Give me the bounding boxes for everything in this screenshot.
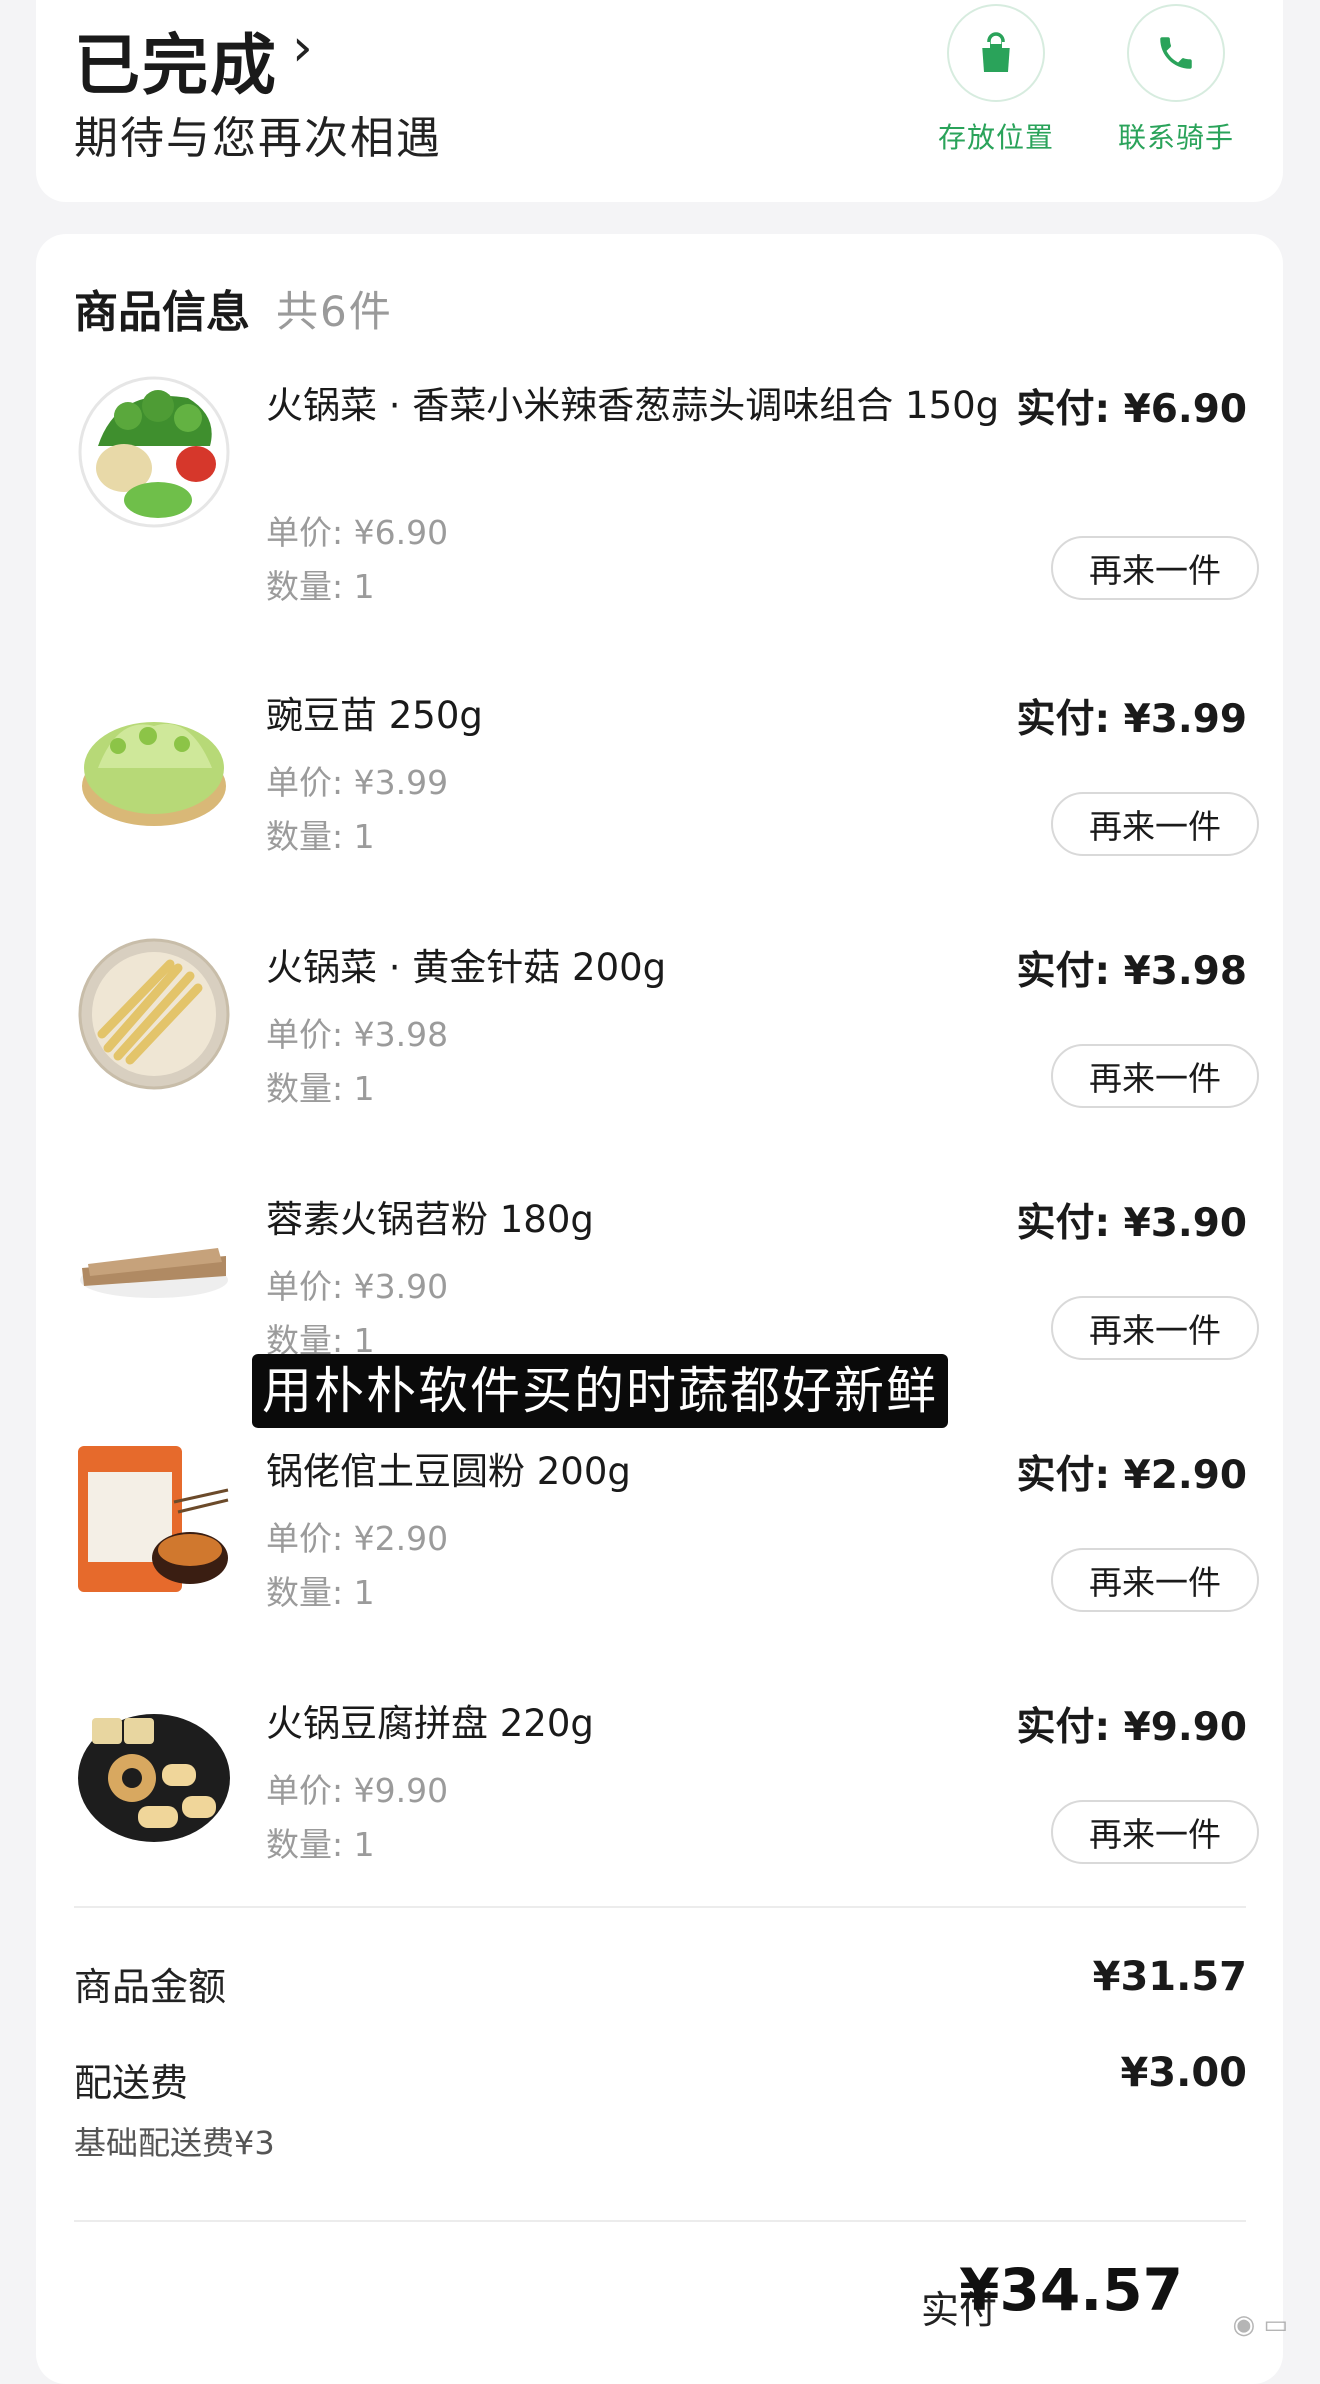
order-status-card: 已完成 › 期待与您再次相遇 存放位置 联系骑手 [36, 0, 1283, 202]
goods-amount-label: 商品金额 [74, 1965, 227, 2009]
product-name[interactable]: 火锅菜 · 黄金针菇 200g [266, 938, 1006, 998]
product-paid-price: 实付: ¥6.90 [1016, 387, 1247, 432]
goods-amount-value: ¥31.57 [1092, 1954, 1247, 2000]
product-image-pea-shoots[interactable] [78, 686, 230, 838]
shopping-bag-icon [947, 4, 1045, 102]
phone-icon [1127, 4, 1225, 102]
product-quantity: 数量: 1 [266, 567, 375, 606]
product-image-potato-noodles[interactable] [78, 1442, 230, 1594]
list-item[interactable]: 火锅豆腐拼盘 220g 实付: ¥9.90 单价: ¥9.90 数量: 1 再来… [36, 1694, 1283, 1946]
product-image-sweet-potato-noodles[interactable] [78, 1190, 230, 1342]
product-quantity: 数量: 1 [266, 1069, 375, 1108]
goods-info-card: 商品信息 共6件 火锅菜 · 香菜小米辣香葱蒜头调味组合 150g 实付: ¥6… [36, 234, 1283, 2384]
list-item[interactable]: 火锅菜 · 香菜小米辣香葱蒜头调味组合 150g 实付: ¥6.90 单价: ¥… [36, 376, 1283, 628]
buy-again-button[interactable]: 再来一件 [1051, 1296, 1259, 1360]
product-name[interactable]: 火锅豆腐拼盘 220g [266, 1694, 1006, 1754]
product-paid-price: 实付: ¥3.98 [1016, 949, 1247, 994]
product-image-tofu-platter[interactable] [78, 1694, 230, 1846]
product-unit-price: 单价: ¥3.90 [266, 1267, 449, 1306]
product-quantity: 数量: 1 [266, 1573, 375, 1612]
delivery-fee-note: 基础配送费¥3 [74, 2124, 275, 2162]
list-item[interactable]: 火锅菜 · 黄金针菇 200g 实付: ¥3.98 单价: ¥3.98 数量: … [36, 938, 1283, 1190]
storage-location-label: 存放位置 [937, 121, 1054, 154]
product-paid-price: 实付: ¥3.90 [1016, 1201, 1247, 1246]
buy-again-button[interactable]: 再来一件 [1051, 1548, 1259, 1612]
product-paid-price: 实付: ¥2.90 [1016, 1453, 1247, 1498]
product-name[interactable]: 蓉素火锅苕粉 180g [266, 1190, 1006, 1250]
product-paid-price: 实付: ¥9.90 [1016, 1705, 1247, 1750]
buy-again-button[interactable]: 再来一件 [1051, 1800, 1259, 1864]
product-image-herb-combo[interactable] [78, 376, 230, 528]
buy-again-button[interactable]: 再来一件 [1051, 1044, 1259, 1108]
product-quantity: 数量: 1 [266, 1825, 375, 1864]
delivery-fee-value: ¥3.00 [1120, 2050, 1247, 2096]
order-status-title[interactable]: 已完成 [74, 12, 278, 108]
contact-rider-label: 联系骑手 [1117, 121, 1234, 154]
product-image-enoki-mushroom[interactable] [78, 938, 230, 1090]
contact-rider-button[interactable]: 联系骑手 [1106, 4, 1246, 156]
product-name[interactable]: 豌豆苗 250g [266, 686, 1006, 746]
goods-count: 共6件 [276, 287, 393, 336]
goods-section-title: 商品信息 [74, 287, 250, 338]
video-caption: 用朴朴软件买的时蔬都好新鲜 [252, 1354, 948, 1428]
divider [74, 1906, 1246, 1908]
buy-again-button[interactable]: 再来一件 [1051, 792, 1259, 856]
product-unit-price: 单价: ¥3.98 [266, 1015, 449, 1054]
product-paid-price: 实付: ¥3.99 [1016, 697, 1247, 742]
product-name[interactable]: 火锅菜 · 香菜小米辣香葱蒜头调味组合 150g [266, 376, 1006, 436]
total-paid-value: ¥34.57 [959, 2256, 1183, 2324]
divider [74, 2220, 1246, 2222]
delivery-fee-label: 配送费 [74, 2061, 189, 2105]
product-unit-price: 单价: ¥3.99 [266, 763, 449, 802]
product-unit-price: 单价: ¥6.90 [266, 513, 449, 552]
buy-again-button[interactable]: 再来一件 [1051, 536, 1259, 600]
storage-location-button[interactable]: 存放位置 [926, 4, 1066, 156]
product-name[interactable]: 锅佬倌土豆圆粉 200g [266, 1442, 1006, 1502]
product-unit-price: 单价: ¥9.90 [266, 1771, 449, 1810]
chevron-right-icon[interactable]: › [292, 18, 313, 78]
product-quantity: 数量: 1 [266, 817, 375, 856]
order-status-subtitle: 期待与您再次相遇 [74, 113, 442, 164]
list-item[interactable]: 锅佬倌土豆圆粉 200g 实付: ¥2.90 单价: ¥2.90 数量: 1 再… [36, 1442, 1283, 1694]
product-unit-price: 单价: ¥2.90 [266, 1519, 449, 1558]
watermark: ◉ ▭ [1232, 2310, 1288, 2340]
list-item[interactable]: 豌豆苗 250g 实付: ¥3.99 单价: ¥3.99 数量: 1 再来一件 [36, 686, 1283, 938]
